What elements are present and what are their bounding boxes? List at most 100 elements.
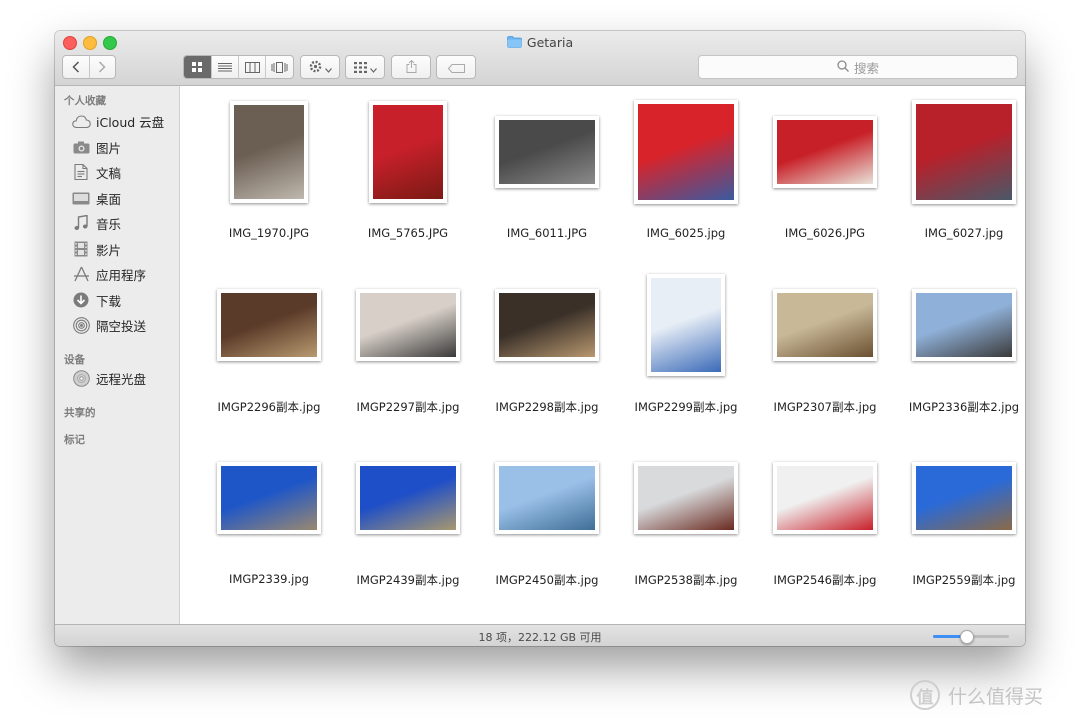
sidebar-item-airdrop[interactable]: 隔空投送 (70, 314, 146, 336)
sidebar-item-music[interactable]: 音乐 (70, 212, 121, 234)
list-view-button[interactable] (211, 56, 238, 78)
file-thumbnail[interactable] (495, 462, 599, 534)
sidebar-section-devices: 设备 (64, 354, 85, 366)
photo-preview (499, 293, 595, 357)
file-thumbnail[interactable] (230, 101, 308, 203)
photo-preview (221, 293, 317, 357)
file-thumbnail[interactable] (634, 100, 738, 204)
file-name: IMGP2298副本.jpg (495, 400, 599, 414)
file-thumbnail[interactable] (634, 462, 738, 534)
file-item[interactable]: IMG_6027.jpg (895, 92, 1025, 252)
photo-preview (916, 466, 1012, 530)
file-item[interactable]: IMG_6011.JPG (478, 92, 616, 252)
file-name: IMGP2297副本.jpg (356, 400, 460, 414)
file-item[interactable]: IMG_6025.jpg (617, 92, 755, 252)
thumbnail-area (339, 92, 477, 212)
sidebar-item-label: 桌面 (96, 191, 122, 207)
file-name: IMGP2559副本.jpg (912, 573, 1016, 587)
sidebar-item-label: 图片 (96, 140, 122, 156)
applications-icon (70, 265, 92, 283)
icon-size-slider[interactable] (933, 630, 1009, 644)
sidebar-item-movies[interactable]: 影片 (70, 238, 121, 260)
file-item[interactable]: IMG_6026.JPG (756, 92, 894, 252)
file-thumbnail[interactable] (369, 101, 447, 203)
arrange-menu[interactable] (345, 55, 385, 79)
file-thumbnail[interactable] (773, 462, 877, 534)
file-item[interactable]: IMG_1970.JPG (200, 92, 338, 252)
photo-preview (777, 120, 873, 184)
file-item[interactable]: IMGP2297副本.jpg (339, 265, 477, 425)
file-item[interactable]: IMGP2307副本.jpg (756, 265, 894, 425)
file-thumbnail[interactable] (495, 116, 599, 188)
sidebar-section-tags: 标记 (64, 434, 85, 446)
file-item[interactable]: IMGP2299副本.jpg (617, 265, 755, 425)
cloud-icon (70, 112, 92, 130)
file-thumbnail[interactable] (647, 274, 725, 376)
folder-icon (507, 36, 522, 51)
file-thumbnail[interactable] (773, 116, 877, 188)
sidebar-item-downloads[interactable]: 下载 (70, 289, 121, 311)
tags-control[interactable] (436, 55, 476, 79)
file-thumbnail[interactable] (912, 462, 1016, 534)
file-item[interactable]: IMGP2439副本.jpg (339, 438, 477, 598)
file-item[interactable]: IMGP2298副本.jpg (478, 265, 616, 425)
file-item[interactable]: IMGP2336副本2.jpg (895, 265, 1025, 425)
file-name: IMGP2450副本.jpg (495, 573, 599, 587)
cover-flow-icon (271, 58, 288, 77)
thumbnail-area (756, 92, 894, 212)
share-icon (406, 58, 417, 77)
back-button[interactable] (63, 56, 89, 78)
share-control[interactable] (391, 55, 431, 79)
file-name: IMGP2336副本2.jpg (908, 400, 1020, 414)
file-item[interactable]: IMGP2450副本.jpg (478, 438, 616, 598)
edit-tags-button[interactable] (437, 56, 475, 78)
thumbnail-area (895, 438, 1025, 558)
file-thumbnail[interactable] (217, 462, 321, 534)
cover-flow-view-button[interactable] (265, 56, 292, 78)
icon-view-button[interactable] (184, 56, 211, 78)
desktop-icon (70, 189, 92, 207)
sidebar-item-pictures[interactable]: 图片 (70, 136, 121, 158)
file-item[interactable]: IMGP2559副本.jpg (895, 438, 1025, 598)
sidebar-item-icloud-drive[interactable]: iCloud 云盘 (70, 110, 164, 132)
window-title: Getaria (55, 35, 1025, 51)
thumbnail-area (895, 265, 1025, 385)
file-thumbnail[interactable] (356, 462, 460, 534)
file-name: IMGP2546副本.jpg (773, 573, 877, 587)
sidebar-item-applications[interactable]: 应用程序 (70, 263, 146, 285)
action-button[interactable] (301, 56, 339, 78)
document-icon (70, 163, 92, 181)
arrange-button[interactable] (346, 56, 384, 78)
file-thumbnail[interactable] (773, 289, 877, 361)
file-item[interactable]: IMGP2538副本.jpg (617, 438, 755, 598)
sidebar-item-remote-disc[interactable]: 远程光盘 (70, 367, 146, 389)
file-item[interactable]: IMGP2339.jpg (200, 438, 338, 598)
file-name: IMGP2299副本.jpg (634, 400, 738, 414)
share-button[interactable] (392, 56, 430, 78)
search-placeholder: 搜索 (853, 60, 879, 76)
file-name: IMG_1970.JPG (228, 226, 310, 240)
action-menu[interactable] (300, 55, 340, 79)
photo-preview (777, 466, 873, 530)
file-item[interactable]: IMG_5765.JPG (339, 92, 477, 252)
search-field[interactable]: 搜索 (698, 55, 1018, 79)
sidebar-item-label: 远程光盘 (96, 371, 147, 387)
file-thumbnail[interactable] (912, 100, 1016, 204)
sidebar-item-label: 影片 (96, 242, 122, 258)
file-item[interactable]: IMGP2296副本.jpg (200, 265, 338, 425)
file-thumbnail[interactable] (912, 289, 1016, 361)
photo-preview (360, 466, 456, 530)
file-item[interactable]: IMGP2546副本.jpg (756, 438, 894, 598)
column-view-button[interactable] (238, 56, 265, 78)
disc-icon (70, 369, 92, 387)
sidebar-item-documents[interactable]: 文稿 (70, 161, 121, 183)
sidebar-section-favorites: 个人收藏 (64, 95, 106, 107)
forward-button[interactable] (88, 56, 115, 78)
sidebar-item-desktop[interactable]: 桌面 (70, 187, 121, 209)
chevron-left-icon (72, 58, 80, 77)
file-thumbnail[interactable] (356, 289, 460, 361)
file-thumbnail[interactable] (495, 289, 599, 361)
photo-preview (373, 105, 443, 199)
photo-preview (777, 293, 873, 357)
file-thumbnail[interactable] (217, 289, 321, 361)
